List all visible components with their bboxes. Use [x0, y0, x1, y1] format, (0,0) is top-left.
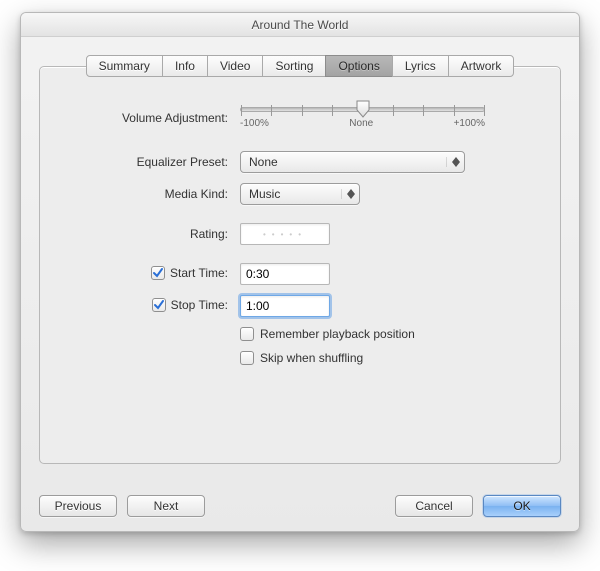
stop-time-input[interactable]	[240, 295, 330, 317]
media-kind-label: Media Kind:	[40, 187, 240, 201]
equalizer-preset-select[interactable]: None	[240, 151, 465, 173]
window-title: Around The World	[21, 13, 579, 37]
stop-time-label: Stop Time:	[171, 298, 228, 312]
tab-artwork[interactable]: Artwork	[448, 55, 515, 77]
next-button[interactable]: Next	[127, 495, 205, 517]
options-panel: Volume Adjustment:	[39, 66, 561, 464]
slider-max-label: +100%	[454, 118, 485, 129]
start-time-label: Start Time:	[170, 266, 228, 280]
rating-label: Rating:	[40, 227, 240, 241]
start-time-input[interactable]	[240, 263, 330, 285]
get-info-window: Around The World Summary Info Video Sort…	[20, 12, 580, 532]
tab-sorting[interactable]: Sorting	[262, 55, 326, 77]
remember-playback-checkbox[interactable]	[240, 327, 254, 341]
updown-icon	[341, 189, 355, 199]
skip-shuffle-label: Skip when shuffling	[260, 351, 363, 365]
tab-lyrics[interactable]: Lyrics	[392, 55, 449, 77]
skip-shuffle-checkbox[interactable]	[240, 351, 254, 365]
tab-bar: Summary Info Video Sorting Options Lyric…	[39, 55, 561, 77]
volume-adjustment-label: Volume Adjustment:	[40, 111, 240, 125]
dialog-footer: Previous Next Cancel OK	[39, 495, 561, 517]
tab-options[interactable]: Options	[325, 55, 392, 77]
slider-min-label: -100%	[240, 118, 269, 129]
tab-video[interactable]: Video	[207, 55, 263, 77]
media-kind-value: Music	[249, 187, 280, 201]
equalizer-preset-value: None	[249, 155, 278, 169]
remember-playback-label: Remember playback position	[260, 327, 415, 341]
rating-input[interactable]: •••••	[240, 223, 330, 245]
content-area: Summary Info Video Sorting Options Lyric…	[21, 37, 579, 531]
cancel-button[interactable]: Cancel	[395, 495, 473, 517]
volume-slider[interactable]: -100% None +100%	[240, 107, 485, 129]
previous-button[interactable]: Previous	[39, 495, 117, 517]
tab-info[interactable]: Info	[162, 55, 208, 77]
equalizer-preset-label: Equalizer Preset:	[40, 155, 240, 169]
media-kind-select[interactable]: Music	[240, 183, 360, 205]
tab-summary[interactable]: Summary	[86, 55, 163, 77]
stop-time-checkbox[interactable]	[152, 298, 166, 312]
updown-icon	[446, 157, 460, 167]
ok-button[interactable]: OK	[483, 495, 561, 517]
slider-center-label: None	[349, 118, 373, 129]
start-time-checkbox[interactable]	[151, 266, 165, 280]
